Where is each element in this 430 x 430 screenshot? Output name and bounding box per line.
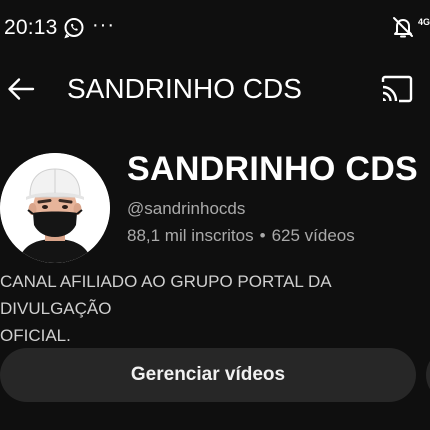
- channel-name: SANDRINHO CDS: [127, 150, 419, 188]
- channel-handle: @sandrinhocds: [127, 199, 246, 218]
- status-bar: 20:13 ··· 4G: [0, 0, 430, 54]
- status-time: 20:13: [4, 16, 58, 39]
- video-count: 625 vídeos: [271, 226, 355, 245]
- more-dots-icon: ···: [92, 14, 115, 36]
- mute-icon: [393, 17, 413, 38]
- channel-stats: 88,1 mil inscritos • 625 vídeos: [127, 226, 355, 246]
- app-bar: SANDRINHO CDS: [0, 62, 430, 118]
- avatar[interactable]: [0, 153, 110, 263]
- network-indicator: 4G: [418, 17, 430, 27]
- avatar-illustration: [0, 153, 110, 263]
- cast-icon[interactable]: [380, 74, 414, 104]
- whatsapp-icon: [64, 18, 84, 39]
- manage-videos-button[interactable]: Gerenciar vídeos: [0, 348, 416, 402]
- subscriber-count: 88,1 mil inscritos: [127, 226, 254, 245]
- back-arrow-icon[interactable]: [6, 74, 36, 104]
- secondary-action-button[interactable]: [426, 348, 430, 402]
- page-title: SANDRINHO CDS: [67, 73, 302, 104]
- screen: 20:13 ··· 4G SANDRINHO CDS SANDRINHO CDS…: [0, 0, 430, 430]
- channel-description[interactable]: CANAL AFILIADO AO GRUPO PORTAL DA DIVULG…: [0, 268, 430, 349]
- manage-videos-label: Gerenciar vídeos: [130, 364, 286, 385]
- stats-separator: •: [259, 226, 266, 245]
